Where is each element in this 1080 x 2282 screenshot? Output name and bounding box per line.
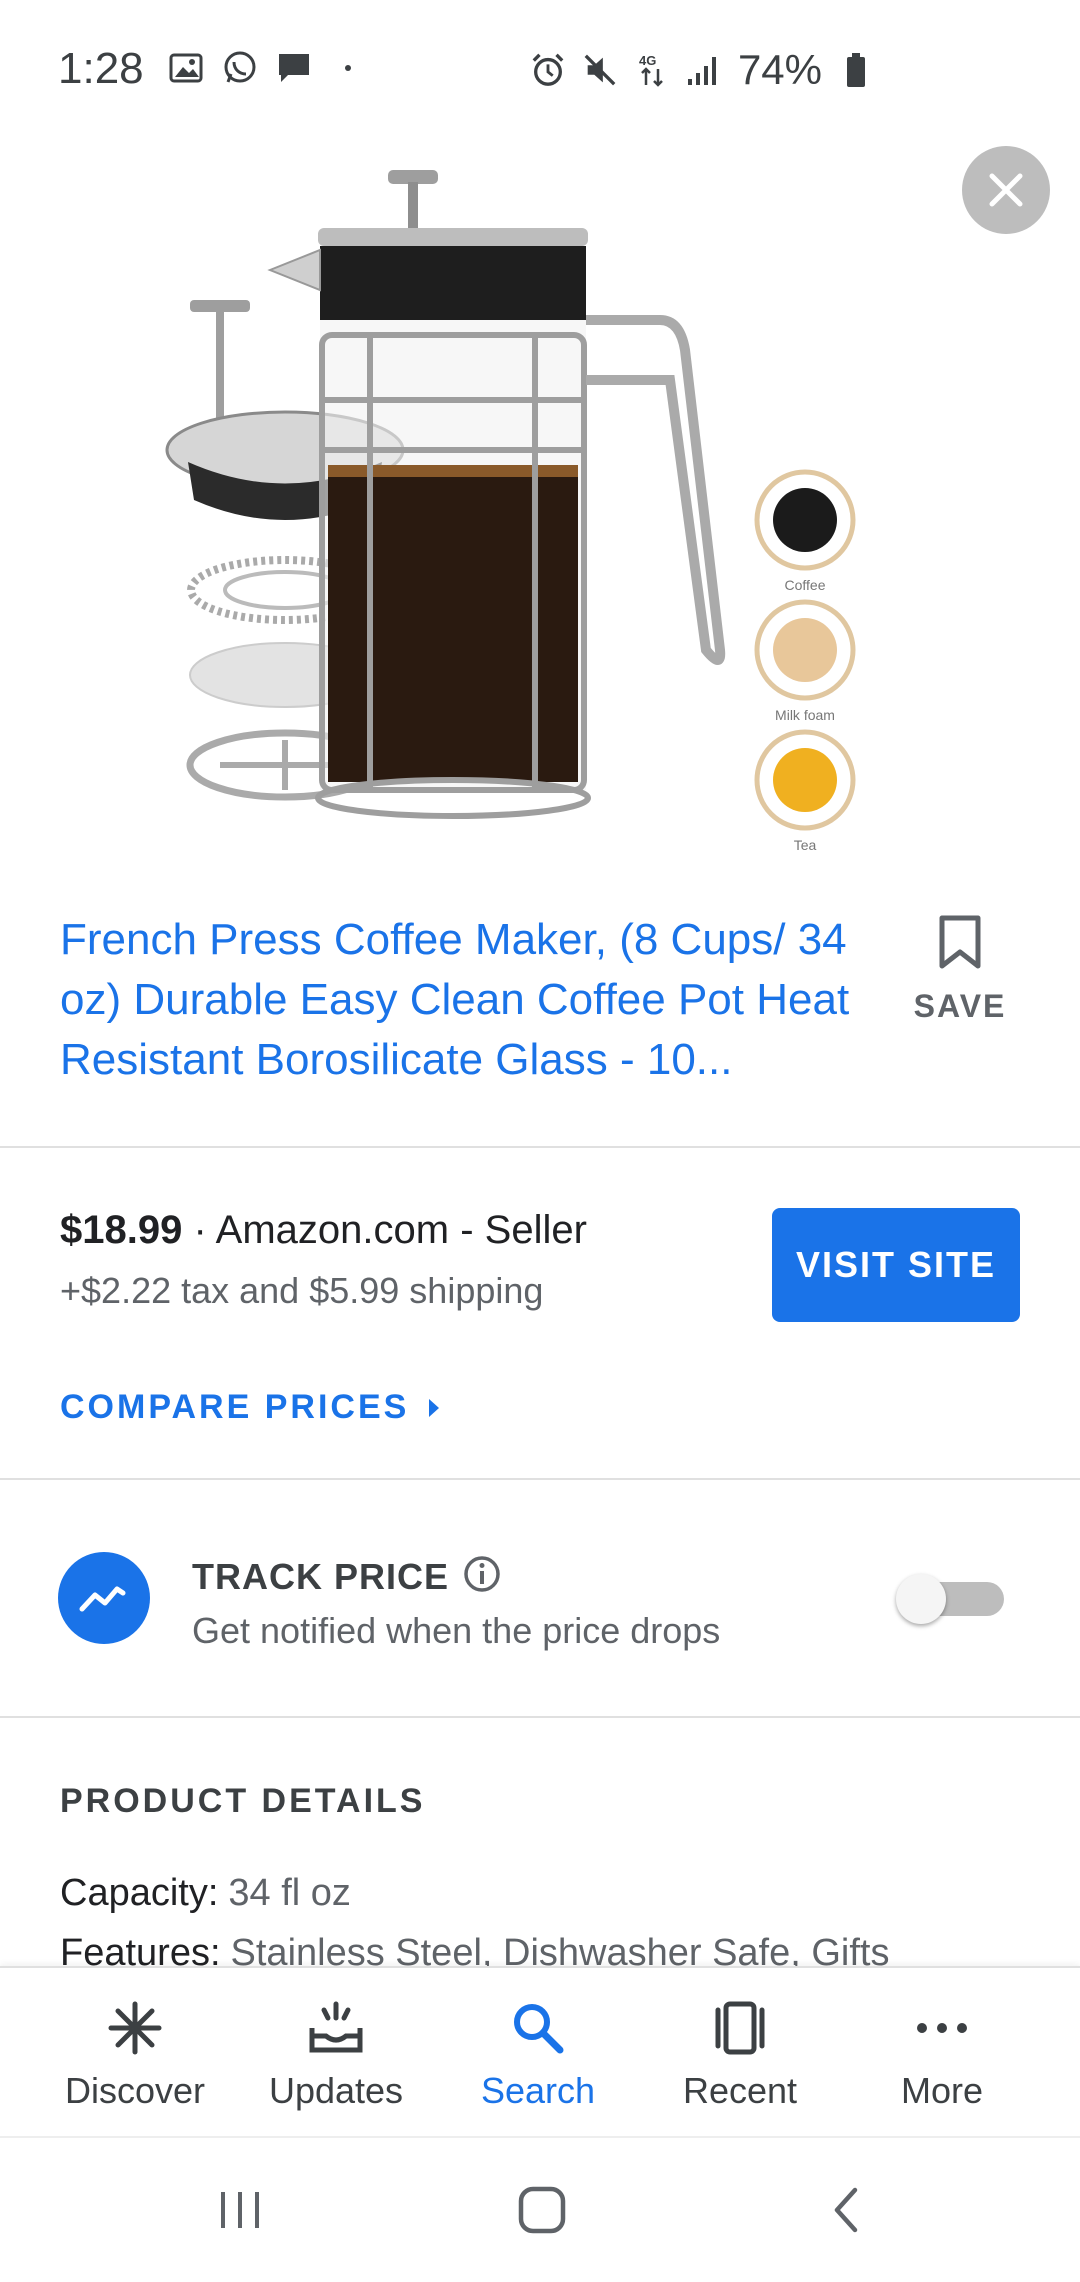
nav-label: Search: [480, 2070, 596, 2111]
home-icon: [518, 2186, 566, 2234]
alarm-icon: [530, 52, 566, 88]
svg-text:4G: 4G: [639, 53, 656, 68]
nav-search[interactable]: Search: [438, 1968, 638, 2138]
bookmark-icon: [939, 915, 981, 969]
divider: [0, 1716, 1080, 1718]
back-button[interactable]: [806, 2180, 886, 2240]
4g-data-icon: 4G: [634, 52, 670, 88]
back-icon: [834, 2187, 858, 2233]
product-details-heading: PRODUCT DETAILS: [60, 1782, 426, 1820]
recent-cards-icon: [708, 1996, 772, 2060]
gallery-icon: [168, 50, 204, 86]
bottom-navigation: Discover Updates Search Recent More: [0, 1966, 1080, 2138]
coffee-caption: Coffee: [785, 577, 826, 593]
tea-caption: Tea: [794, 837, 817, 853]
details-list: Capacity: 34 fl oz Features: Stainless Ste…: [0, 1860, 1080, 1966]
more-notifications-dot-icon: [330, 50, 366, 86]
close-button[interactable]: [962, 146, 1050, 234]
seller-name: · Amazon.com - Seller: [182, 1208, 587, 1252]
search-icon: [506, 1996, 570, 2060]
detail-row-features: Features: Stainless Steel, Dishwasher Saf…: [60, 1932, 889, 1966]
compare-prices-label: COMPARE PRICES: [60, 1388, 410, 1426]
asterisk-icon: [103, 1996, 167, 2060]
detail-value: Stainless Steel, Dishwasher Safe, Gifts: [230, 1932, 890, 1966]
recent-apps-icon: [221, 2192, 259, 2228]
compare-prices-link[interactable]: COMPARE PRICES: [60, 1388, 441, 1427]
divider: [0, 1478, 1080, 1480]
recent-apps-button[interactable]: [200, 2180, 280, 2240]
product-image[interactable]: Coffee Milk foam Tea: [150, 150, 930, 870]
price-amount: $18.99: [60, 1208, 183, 1252]
divider: [0, 1146, 1080, 1148]
detail-row-capacity: Capacity: 34 fl oz: [60, 1872, 351, 1915]
nav-label: Updates: [268, 2070, 404, 2111]
system-navigation-bar: [0, 2136, 1080, 2282]
battery-icon: [838, 52, 874, 88]
status-notification-icons: [168, 50, 366, 86]
info-icon[interactable]: [462, 1554, 502, 1594]
status-bar: 1:28 4G 74%: [0, 0, 1080, 140]
save-button[interactable]: SAVE: [900, 914, 1020, 1034]
home-button[interactable]: [502, 2180, 582, 2240]
price-line: $18.99 · Amazon.com - Seller: [60, 1208, 587, 1253]
nav-label: Discover: [64, 2070, 206, 2111]
nav-recent[interactable]: Recent: [640, 1968, 840, 2138]
detail-value: 34 fl oz: [228, 1872, 351, 1914]
whatsapp-icon: [222, 50, 258, 86]
nav-more[interactable]: More: [842, 1968, 1042, 2138]
nav-discover[interactable]: Discover: [35, 1968, 235, 2138]
visit-site-button[interactable]: VISIT SITE: [772, 1208, 1020, 1322]
more-dots-icon: [910, 1996, 974, 2060]
detail-label: Features:: [60, 1932, 221, 1966]
detail-label: Capacity:: [60, 1872, 219, 1914]
trend-icon: [58, 1552, 150, 1644]
product-title-link[interactable]: French Press Coffee Maker, (8 Cups/ 34 o…: [60, 910, 910, 1090]
milk-foam-caption: Milk foam: [775, 707, 835, 723]
save-label: SAVE: [913, 988, 1007, 1024]
signal-icon: [686, 52, 722, 88]
status-system-icons: 4G 74%: [530, 46, 874, 94]
track-price-subtitle: Get notified when the price drops: [192, 1610, 721, 1651]
nav-updates[interactable]: Updates: [236, 1968, 436, 2138]
track-price-title: TRACK PRICE: [192, 1556, 450, 1597]
track-price-toggle[interactable]: [896, 1574, 1008, 1624]
close-icon: [989, 173, 1023, 207]
battery-percent: 74%: [737, 46, 822, 93]
tax-shipping-text: +$2.22 tax and $5.99 shipping: [60, 1270, 544, 1311]
toggle-knob: [896, 1574, 946, 1624]
nav-label: More: [900, 2070, 984, 2111]
updates-tray-icon: [304, 1996, 368, 2060]
mute-icon: [582, 52, 618, 88]
status-time: 1:28: [58, 44, 144, 93]
nav-label: Recent: [682, 2070, 798, 2111]
message-icon: [276, 50, 312, 86]
chevron-right-icon: [429, 1398, 440, 1417]
